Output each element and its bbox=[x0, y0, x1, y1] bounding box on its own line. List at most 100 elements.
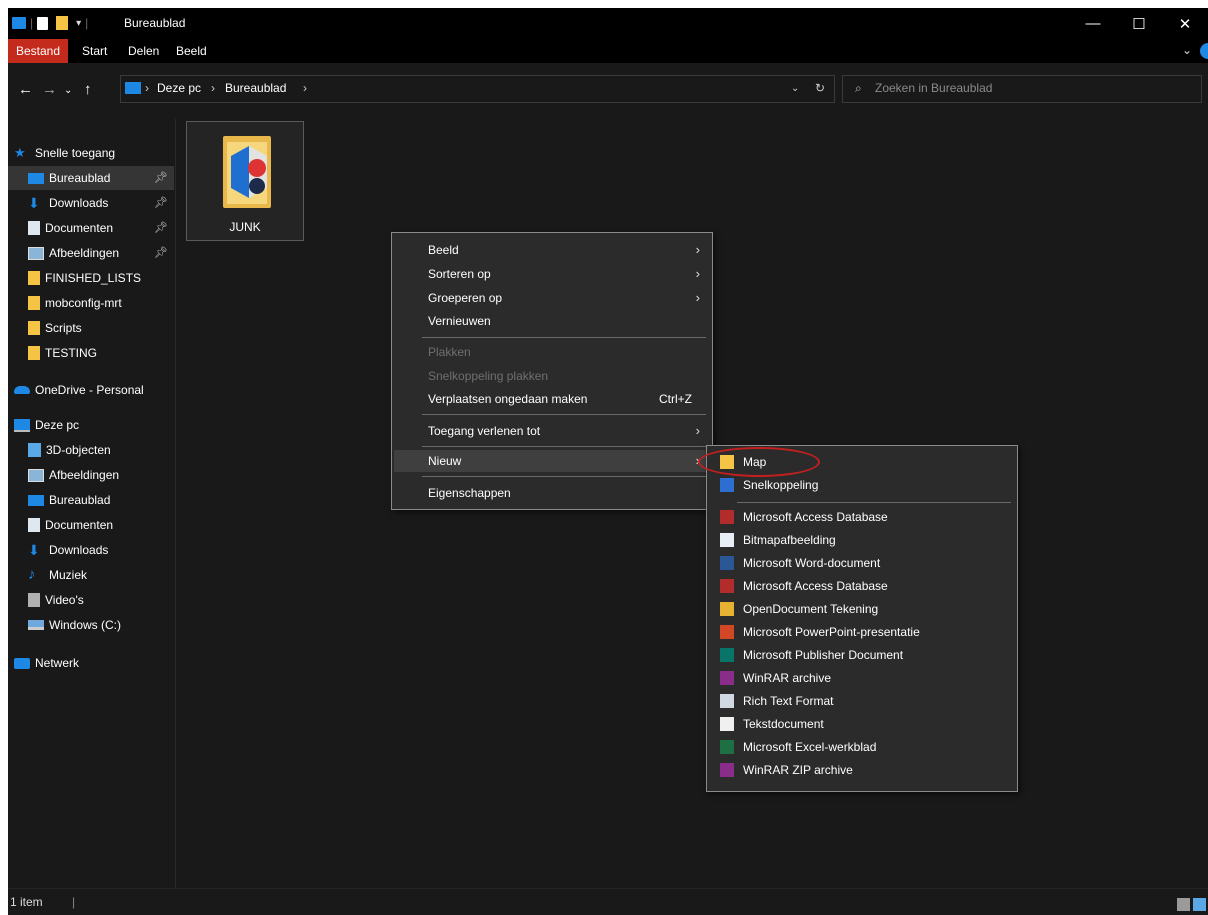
desktop-icon bbox=[12, 17, 26, 29]
nav-item-testing[interactable]: TESTING bbox=[8, 341, 174, 365]
menu-item-label: OpenDocument Tekening bbox=[743, 602, 879, 616]
nav-item-scripts[interactable]: Scripts bbox=[8, 316, 174, 340]
document-icon bbox=[28, 221, 40, 235]
nav-item-documenten[interactable]: Documenten 📌︎ bbox=[8, 216, 174, 240]
nav-item-deze-pc[interactable]: Deze pc bbox=[8, 413, 174, 437]
chevron-right-icon[interactable]: › bbox=[211, 81, 215, 95]
folder-icon bbox=[223, 136, 271, 208]
nav-item-bureaublad[interactable]: Bureaublad 📌︎ bbox=[8, 166, 174, 190]
menu-item-label: Vernieuwen bbox=[428, 314, 491, 328]
pane-divider[interactable] bbox=[175, 119, 176, 889]
explorer-window: | ▾ | Bureaublad — ☐ ✕ Bestand Start Del… bbox=[8, 8, 1208, 915]
nav-item-label: 3D-objecten bbox=[46, 443, 111, 457]
menu-item-verplaatsen-ongedaan-maken[interactable]: Verplaatsen ongedaan maken Ctrl+Z bbox=[394, 388, 710, 410]
menu-item-vernieuwen[interactable]: Vernieuwen bbox=[394, 310, 710, 332]
nav-item-label: OneDrive - Personal bbox=[35, 383, 144, 397]
nav-item-onedrive[interactable]: OneDrive - Personal bbox=[8, 378, 174, 402]
nav-item-afbeeldingen[interactable]: Afbeeldingen 📌︎ bbox=[8, 241, 174, 265]
up-button[interactable]: ↑ bbox=[84, 81, 92, 98]
submenu-item-publisher-document[interactable]: Microsoft Publisher Document bbox=[709, 644, 1015, 666]
pin-icon[interactable]: 📌︎ bbox=[154, 171, 168, 184]
access-icon bbox=[720, 579, 734, 593]
submenu-item-rich-text-format[interactable]: Rich Text Format bbox=[709, 690, 1015, 712]
chevron-right-icon[interactable]: › bbox=[303, 81, 307, 95]
nav-item-mobconfig-mrt[interactable]: mobconfig-mrt bbox=[8, 291, 174, 315]
download-icon: ⬇ bbox=[28, 195, 40, 211]
menu-separator bbox=[422, 446, 706, 447]
pin-icon[interactable]: 📌︎ bbox=[154, 196, 168, 209]
menu-item-label: Eigenschappen bbox=[428, 486, 511, 500]
menu-item-eigenschappen[interactable]: Eigenschappen bbox=[394, 482, 710, 504]
search-input[interactable]: ⌕ Zoeken in Bureaublad bbox=[842, 75, 1202, 103]
submenu-nieuw: Map Snelkoppeling Microsoft Access Datab… bbox=[706, 445, 1018, 792]
customize-toolbar-icon[interactable]: ▾ bbox=[76, 18, 81, 29]
tab-delen[interactable]: Delen bbox=[120, 39, 167, 63]
submenu-item-tekstdocument[interactable]: Tekstdocument bbox=[709, 713, 1015, 735]
properties-icon[interactable] bbox=[37, 16, 49, 30]
menu-item-groeperen-op[interactable]: Groeperen op › bbox=[394, 287, 710, 309]
expand-ribbon-icon[interactable]: ⌄ bbox=[1182, 43, 1192, 57]
menu-item-nieuw[interactable]: Nieuw › bbox=[394, 450, 710, 472]
menu-item-label: Toegang verlenen tot bbox=[428, 424, 541, 438]
nav-item-windows-c[interactable]: Windows (C:) bbox=[8, 613, 174, 637]
large-icons-view-icon[interactable] bbox=[1193, 898, 1206, 911]
tab-start[interactable]: Start bbox=[74, 39, 115, 63]
nav-item-label: Video's bbox=[45, 593, 84, 607]
tab-bestand[interactable]: Bestand bbox=[8, 39, 69, 63]
chevron-right-icon[interactable]: › bbox=[145, 81, 149, 95]
submenu-item-opendocument-tekening[interactable]: OpenDocument Tekening bbox=[709, 598, 1015, 620]
file-item-junk[interactable]: JUNK bbox=[186, 121, 304, 241]
nav-item-snelle-toegang[interactable]: ★ Snelle toegang bbox=[8, 141, 180, 165]
details-view-icon[interactable] bbox=[1177, 898, 1190, 911]
nav-item-muziek[interactable]: ♪ Muziek bbox=[8, 563, 174, 587]
address-row: ← → ⌄ ↑ › Deze pc › Bureaublad › ⌄ ↻ ⌕ Z… bbox=[8, 63, 1208, 119]
menu-item-label: Verplaatsen ongedaan maken bbox=[428, 392, 588, 406]
nav-item-3d-objecten[interactable]: 3D-objecten bbox=[8, 438, 174, 462]
nav-item-label: Afbeeldingen bbox=[49, 468, 120, 482]
tab-beeld[interactable]: Beeld bbox=[168, 39, 215, 63]
submenu-item-winrar-zip-archive[interactable]: WinRAR ZIP archive bbox=[709, 759, 1015, 781]
menu-item-beeld[interactable]: Beeld › bbox=[394, 239, 710, 261]
breadcrumb-bureaublad[interactable]: Bureaublad bbox=[225, 81, 286, 95]
nav-item-downloads-pc[interactable]: ⬇ Downloads bbox=[8, 538, 174, 562]
forward-button[interactable]: → bbox=[42, 81, 57, 98]
menu-item-toegang-verlenen-tot[interactable]: Toegang verlenen tot › bbox=[394, 420, 710, 442]
nav-item-label: Windows (C:) bbox=[49, 618, 122, 632]
chevron-right-icon: › bbox=[695, 423, 700, 438]
menu-separator bbox=[422, 337, 706, 338]
pictures-icon bbox=[28, 246, 44, 260]
submenu-item-access-database-2[interactable]: Microsoft Access Database bbox=[709, 575, 1015, 597]
pin-icon[interactable]: 📌︎ bbox=[154, 246, 168, 259]
minimize-button[interactable]: — bbox=[1070, 8, 1116, 39]
menu-item-snelkoppeling-plakken: Snelkoppeling plakken bbox=[394, 365, 710, 387]
submenu-item-winrar-archive[interactable]: WinRAR archive bbox=[709, 667, 1015, 689]
submenu-item-word-document[interactable]: Microsoft Word-document bbox=[709, 552, 1015, 574]
pin-icon[interactable]: 📌︎ bbox=[154, 221, 168, 234]
submenu-item-snelkoppeling[interactable]: Snelkoppeling bbox=[709, 474, 1015, 496]
nav-item-finished-lists[interactable]: FINISHED_LISTS bbox=[8, 266, 174, 290]
menu-item-label: Groeperen op bbox=[428, 291, 503, 305]
nav-item-bureaublad-pc[interactable]: Bureaublad bbox=[8, 488, 174, 512]
menu-item-sorteren-op[interactable]: Sorteren op › bbox=[394, 263, 710, 285]
submenu-item-powerpoint-presentatie[interactable]: Microsoft PowerPoint-presentatie bbox=[709, 621, 1015, 643]
new-folder-icon[interactable] bbox=[56, 16, 69, 30]
close-button[interactable]: ✕ bbox=[1162, 8, 1208, 39]
nav-item-afbeeldingen-pc[interactable]: Afbeeldingen bbox=[8, 463, 174, 487]
submenu-item-bitmapafbeelding[interactable]: Bitmapafbeelding bbox=[709, 529, 1015, 551]
address-bar[interactable]: › Deze pc › Bureaublad › ⌄ ↻ bbox=[120, 75, 835, 103]
refresh-icon[interactable]: ↻ bbox=[815, 81, 825, 95]
chevron-down-icon[interactable]: ⌄ bbox=[791, 83, 799, 94]
nav-item-downloads[interactable]: ⬇ Downloads 📌︎ bbox=[8, 191, 174, 215]
back-button[interactable]: ← bbox=[18, 81, 33, 98]
submenu-item-access-database[interactable]: Microsoft Access Database bbox=[709, 506, 1015, 528]
submenu-item-excel-werkblad[interactable]: Microsoft Excel-werkblad bbox=[709, 736, 1015, 758]
recent-locations-icon[interactable]: ⌄ bbox=[64, 85, 72, 96]
nav-item-netwerk[interactable]: Netwerk bbox=[8, 651, 174, 675]
menu-item-label: Beeld bbox=[428, 243, 459, 257]
breadcrumb-deze-pc[interactable]: Deze pc bbox=[157, 81, 201, 95]
help-icon[interactable] bbox=[1200, 43, 1208, 59]
star-icon: ★ bbox=[14, 145, 26, 160]
nav-item-documenten-pc[interactable]: Documenten bbox=[8, 513, 174, 537]
nav-item-videos[interactable]: Video's bbox=[8, 588, 174, 612]
maximize-button[interactable]: ☐ bbox=[1116, 8, 1162, 39]
